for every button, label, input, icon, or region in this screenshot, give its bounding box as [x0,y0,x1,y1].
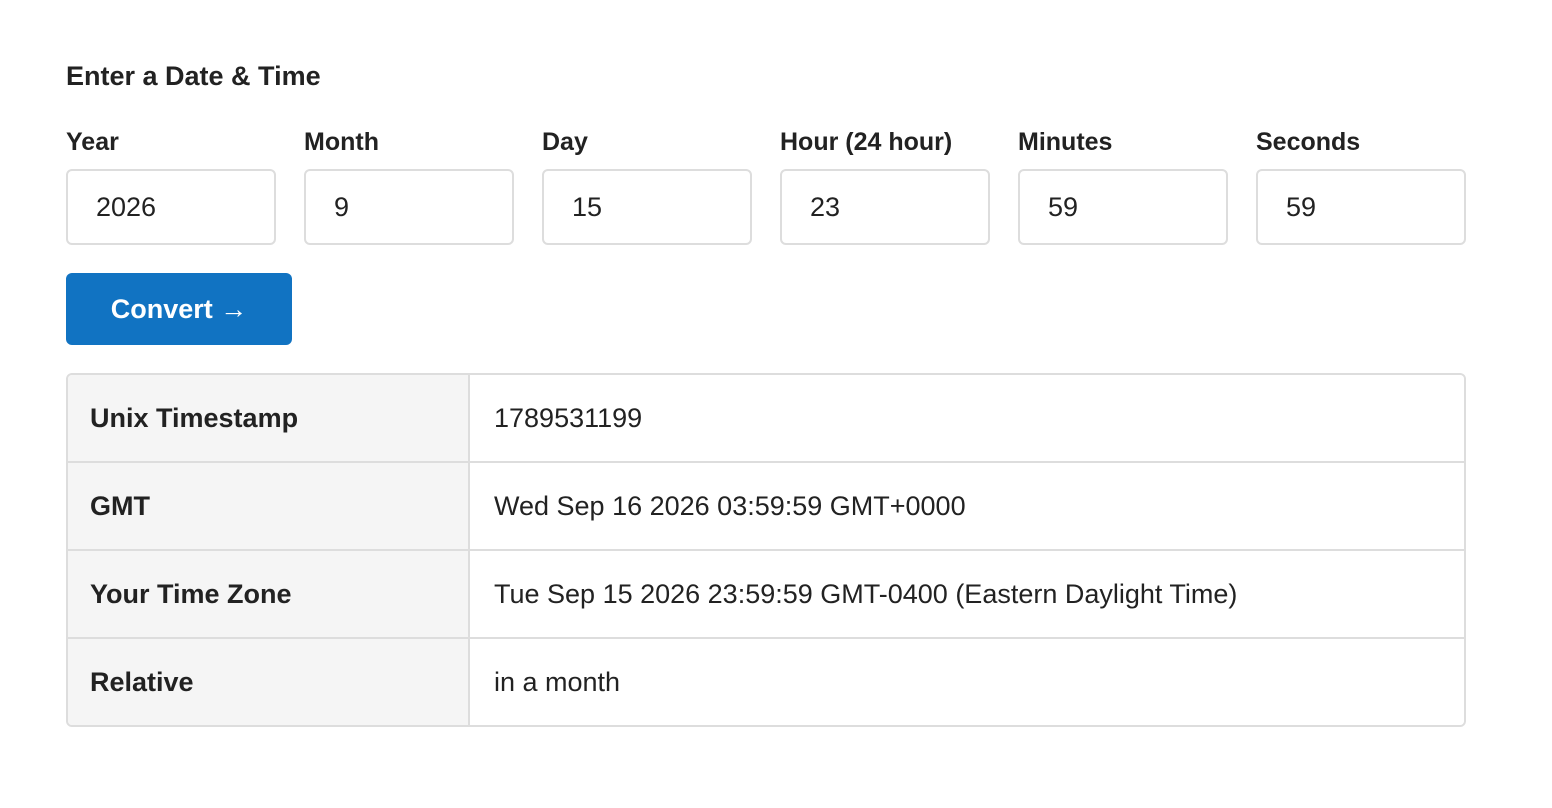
row-value: 1789531199 [470,375,1464,461]
seconds-field: Seconds [1256,126,1466,245]
row-value: Wed Sep 16 2026 03:59:59 GMT+0000 [470,463,1464,549]
minutes-input[interactable] [1018,169,1228,245]
convert-button[interactable]: Convert → [66,273,292,345]
hour-field: Hour (24 hour) [780,126,990,245]
minutes-field: Minutes [1018,126,1228,245]
row-value: Tue Sep 15 2026 23:59:59 GMT-0400 (Easte… [470,551,1464,637]
hour-input[interactable] [780,169,990,245]
table-row-gmt: GMT Wed Sep 16 2026 03:59:59 GMT+0000 [68,463,1464,551]
table-row-relative: Relative in a month [68,639,1464,725]
table-row-your-time-zone: Your Time Zone Tue Sep 15 2026 23:59:59 … [68,551,1464,639]
minutes-label: Minutes [1018,128,1113,156]
table-row-unix-timestamp: Unix Timestamp 1789531199 [68,375,1464,463]
hour-label: Hour (24 hour) [780,128,953,156]
month-field: Month [304,126,514,245]
form-title: Enter a Date & Time [66,61,321,91]
year-label: Year [66,128,119,156]
day-field: Day [542,126,752,245]
row-key: GMT [68,463,470,549]
results-table: Unix Timestamp 1789531199 GMT Wed Sep 16… [66,373,1466,727]
month-label: Month [304,128,379,156]
year-field: Year [66,126,276,245]
day-label: Day [542,128,588,156]
row-key: Relative [68,639,470,725]
row-key: Your Time Zone [68,551,470,637]
year-input[interactable] [66,169,276,245]
row-key: Unix Timestamp [68,375,470,461]
seconds-label: Seconds [1256,128,1361,156]
month-input[interactable] [304,169,514,245]
seconds-input[interactable] [1256,169,1466,245]
day-input[interactable] [542,169,752,245]
row-value: in a month [470,639,1464,725]
